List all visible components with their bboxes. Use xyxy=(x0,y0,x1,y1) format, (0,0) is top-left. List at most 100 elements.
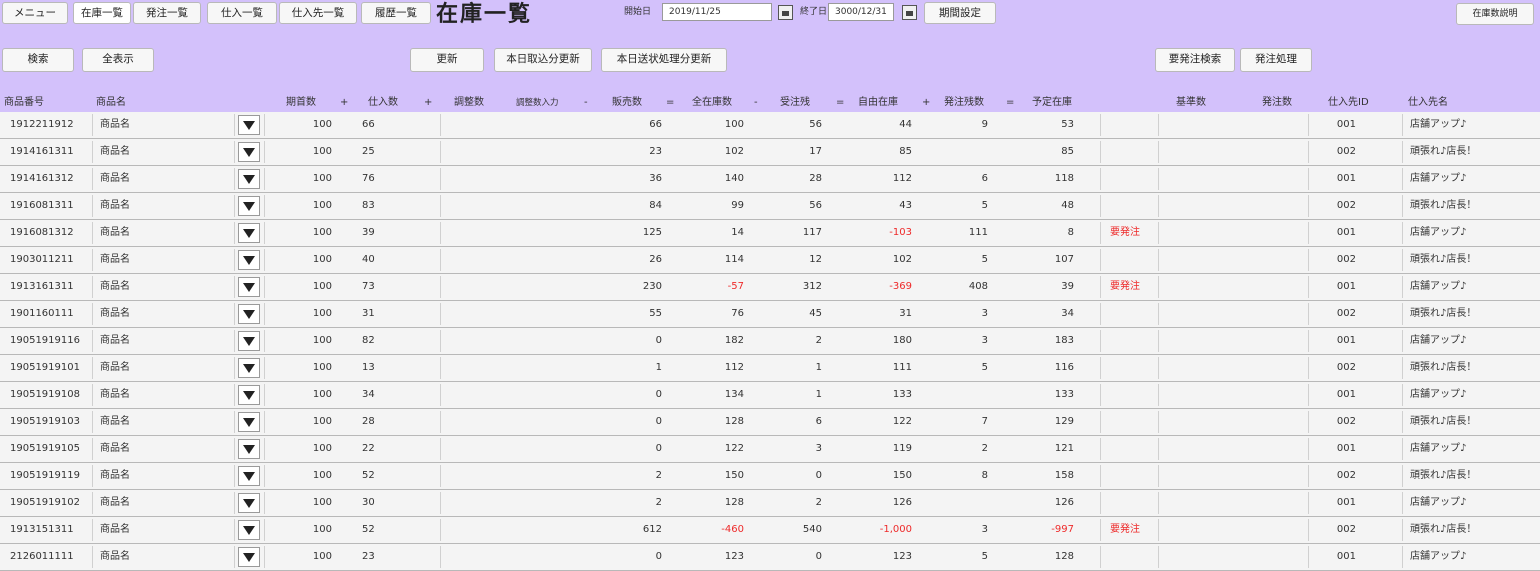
cell-purchase: 13 xyxy=(362,362,375,373)
cell-planned-stock: 128 xyxy=(1054,551,1074,562)
table-row[interactable]: 1913161311 商品名 100 73 230 -57 312 -369 408 39 要発注 0… xyxy=(0,274,1540,301)
column-divider xyxy=(92,384,93,406)
refresh-button[interactable]: 更新 xyxy=(410,48,484,72)
column-divider xyxy=(264,141,265,163)
cell-order-flag xyxy=(1110,301,1150,327)
cell-order-remaining: 5 xyxy=(981,200,988,211)
column-divider xyxy=(1402,195,1403,217)
table-row[interactable]: 19051919103 商品名 100 28 0 128 6 122 7 129 002 頑張れ♪店長… xyxy=(0,409,1540,436)
row-dropdown-button[interactable] xyxy=(238,277,260,297)
column-divider xyxy=(92,438,93,460)
cell-order-flag xyxy=(1110,166,1150,192)
column-divider xyxy=(1100,276,1101,298)
row-dropdown-button[interactable] xyxy=(238,304,260,324)
cell-free-stock: 85 xyxy=(899,146,912,157)
cell-supplier-name: 頑張れ♪店長！ xyxy=(1410,470,1477,481)
table-row[interactable]: 19051919119 商品名 100 52 2 150 0 150 8 158 002 頑張れ♪店長… xyxy=(0,463,1540,490)
menu-button[interactable]: メニュー xyxy=(2,2,68,24)
cell-free-stock: 31 xyxy=(899,308,912,319)
today-shipping-update-button[interactable]: 本日送状処理分更新 xyxy=(601,48,727,72)
column-divider xyxy=(264,384,265,406)
table-row[interactable]: 19051919116 商品名 100 82 0 182 2 180 3 183 001 店舗アップ♪ xyxy=(0,328,1540,355)
cell-planned-stock: 126 xyxy=(1054,497,1074,508)
table-row[interactable]: 2126011111 商品名 100 23 0 123 0 123 5 128 001 店舗アップ♪ xyxy=(0,544,1540,571)
cell-opening: 100 xyxy=(312,497,332,508)
column-divider xyxy=(264,357,265,379)
table-row[interactable]: 1916081311 商品名 100 83 84 99 56 43 5 48 002 頑張れ♪店長！ xyxy=(0,193,1540,220)
order-process-button[interactable]: 発注処理 xyxy=(1240,48,1312,72)
search-button[interactable]: 検索 xyxy=(2,48,74,72)
show-all-button[interactable]: 全表示 xyxy=(82,48,154,72)
table-row[interactable]: 19051919108 商品名 100 34 0 134 1 133 133 001 店舗アップ♪ xyxy=(0,382,1540,409)
row-dropdown-button[interactable] xyxy=(238,169,260,189)
row-dropdown-button[interactable] xyxy=(238,466,260,486)
column-divider xyxy=(1158,492,1159,514)
table-row[interactable]: 1901160111 商品名 100 31 55 76 45 31 3 34 002 頑張れ♪店長！ xyxy=(0,301,1540,328)
start-date-label: 開始日 xyxy=(624,7,652,17)
row-dropdown-button[interactable] xyxy=(238,196,260,216)
table-row[interactable]: 1914161312 商品名 100 76 36 140 28 112 6 118 001 店舗アップ… xyxy=(0,166,1540,193)
cell-purchase: 40 xyxy=(362,254,375,265)
row-dropdown-button[interactable] xyxy=(238,385,260,405)
row-dropdown-button[interactable] xyxy=(238,547,260,567)
today-import-update-button[interactable]: 本日取込分更新 xyxy=(494,48,592,72)
needs-order-search-button[interactable]: 要発注検索 xyxy=(1155,48,1235,72)
tab-purchase-list[interactable]: 仕入一覧 xyxy=(207,2,277,24)
table-row[interactable]: 1914161311 商品名 100 25 23 102 17 85 85 002 頑張れ♪店長！ xyxy=(0,139,1540,166)
cell-supplier-name: 店舗アップ♪ xyxy=(1410,551,1467,562)
cell-planned-stock: 34 xyxy=(1061,308,1074,319)
cell-product-name: 商品名 xyxy=(100,362,130,373)
table-row[interactable]: 19051919101 商品名 100 13 1 112 1 111 5 116 002 頑張れ♪店長… xyxy=(0,355,1540,382)
cell-supplier-id: 001 xyxy=(1336,227,1356,238)
row-dropdown-button[interactable] xyxy=(238,358,260,378)
column-divider xyxy=(1402,465,1403,487)
table-row[interactable]: 19051919105 商品名 100 22 0 122 3 119 2 121 001 店舗アップ♪ xyxy=(0,436,1540,463)
row-dropdown-button[interactable] xyxy=(238,250,260,270)
cell-sales: 0 xyxy=(655,416,662,427)
stock-help-button[interactable]: 在庫数説明 xyxy=(1456,3,1534,25)
op-plus: + xyxy=(922,97,931,108)
table-row[interactable]: 1912211912 商品名 100 66 66 100 56 44 9 53 001 店舗アップ♪ xyxy=(0,112,1540,139)
column-divider xyxy=(440,465,441,487)
end-date-field[interactable]: 3000/12/31 xyxy=(828,3,894,21)
cell-opening: 100 xyxy=(312,227,332,238)
period-set-button[interactable]: 期間設定 xyxy=(924,2,996,24)
row-dropdown-button[interactable] xyxy=(238,520,260,540)
cell-order-flag xyxy=(1110,436,1150,462)
cell-product-no: 1916081312 xyxy=(10,227,74,238)
start-calendar-icon[interactable] xyxy=(778,5,793,20)
tab-stock-list[interactable]: 在庫一覧 xyxy=(73,2,131,24)
column-divider xyxy=(1158,519,1159,541)
row-dropdown-button[interactable] xyxy=(238,493,260,513)
column-divider xyxy=(440,114,441,136)
cell-received-orders: 0 xyxy=(815,551,822,562)
start-date-field[interactable]: 2019/11/25 xyxy=(662,3,772,21)
column-divider xyxy=(1100,438,1101,460)
cell-total-stock: 14 xyxy=(731,227,744,238)
cell-order-remaining: 5 xyxy=(981,254,988,265)
cell-planned-stock: 129 xyxy=(1054,416,1074,427)
row-dropdown-button[interactable] xyxy=(238,331,260,351)
op-plus: + xyxy=(340,97,349,108)
table-row[interactable]: 1916081312 商品名 100 39 125 14 117 -103 111 8 要発注 001… xyxy=(0,220,1540,247)
table-row[interactable]: 19051919102 商品名 100 30 2 128 2 126 126 001 店舗アップ♪ xyxy=(0,490,1540,517)
tab-history-list[interactable]: 履歴一覧 xyxy=(361,2,431,24)
cell-product-name: 商品名 xyxy=(100,173,130,184)
col-adjust: 調整数 xyxy=(454,97,484,108)
row-dropdown-button[interactable] xyxy=(238,142,260,162)
row-dropdown-button[interactable] xyxy=(238,223,260,243)
row-dropdown-button[interactable] xyxy=(238,115,260,135)
column-divider xyxy=(264,492,265,514)
column-divider xyxy=(1402,114,1403,136)
cell-received-orders: 312 xyxy=(802,281,822,292)
tab-order-list[interactable]: 発注一覧 xyxy=(133,2,201,24)
cell-supplier-id: 002 xyxy=(1336,146,1356,157)
cell-product-name: 商品名 xyxy=(100,470,130,481)
table-row[interactable]: 1903011211 商品名 100 40 26 114 12 102 5 107 002 頑張れ♪店… xyxy=(0,247,1540,274)
cell-opening: 100 xyxy=(312,335,332,346)
table-row[interactable]: 1913151311 商品名 100 52 612 -460 540 -1,000 3 -997 要… xyxy=(0,517,1540,544)
row-dropdown-button[interactable] xyxy=(238,412,260,432)
row-dropdown-button[interactable] xyxy=(238,439,260,459)
tab-supplier-list[interactable]: 仕入先一覧 xyxy=(279,2,357,24)
end-calendar-icon[interactable] xyxy=(902,5,917,20)
